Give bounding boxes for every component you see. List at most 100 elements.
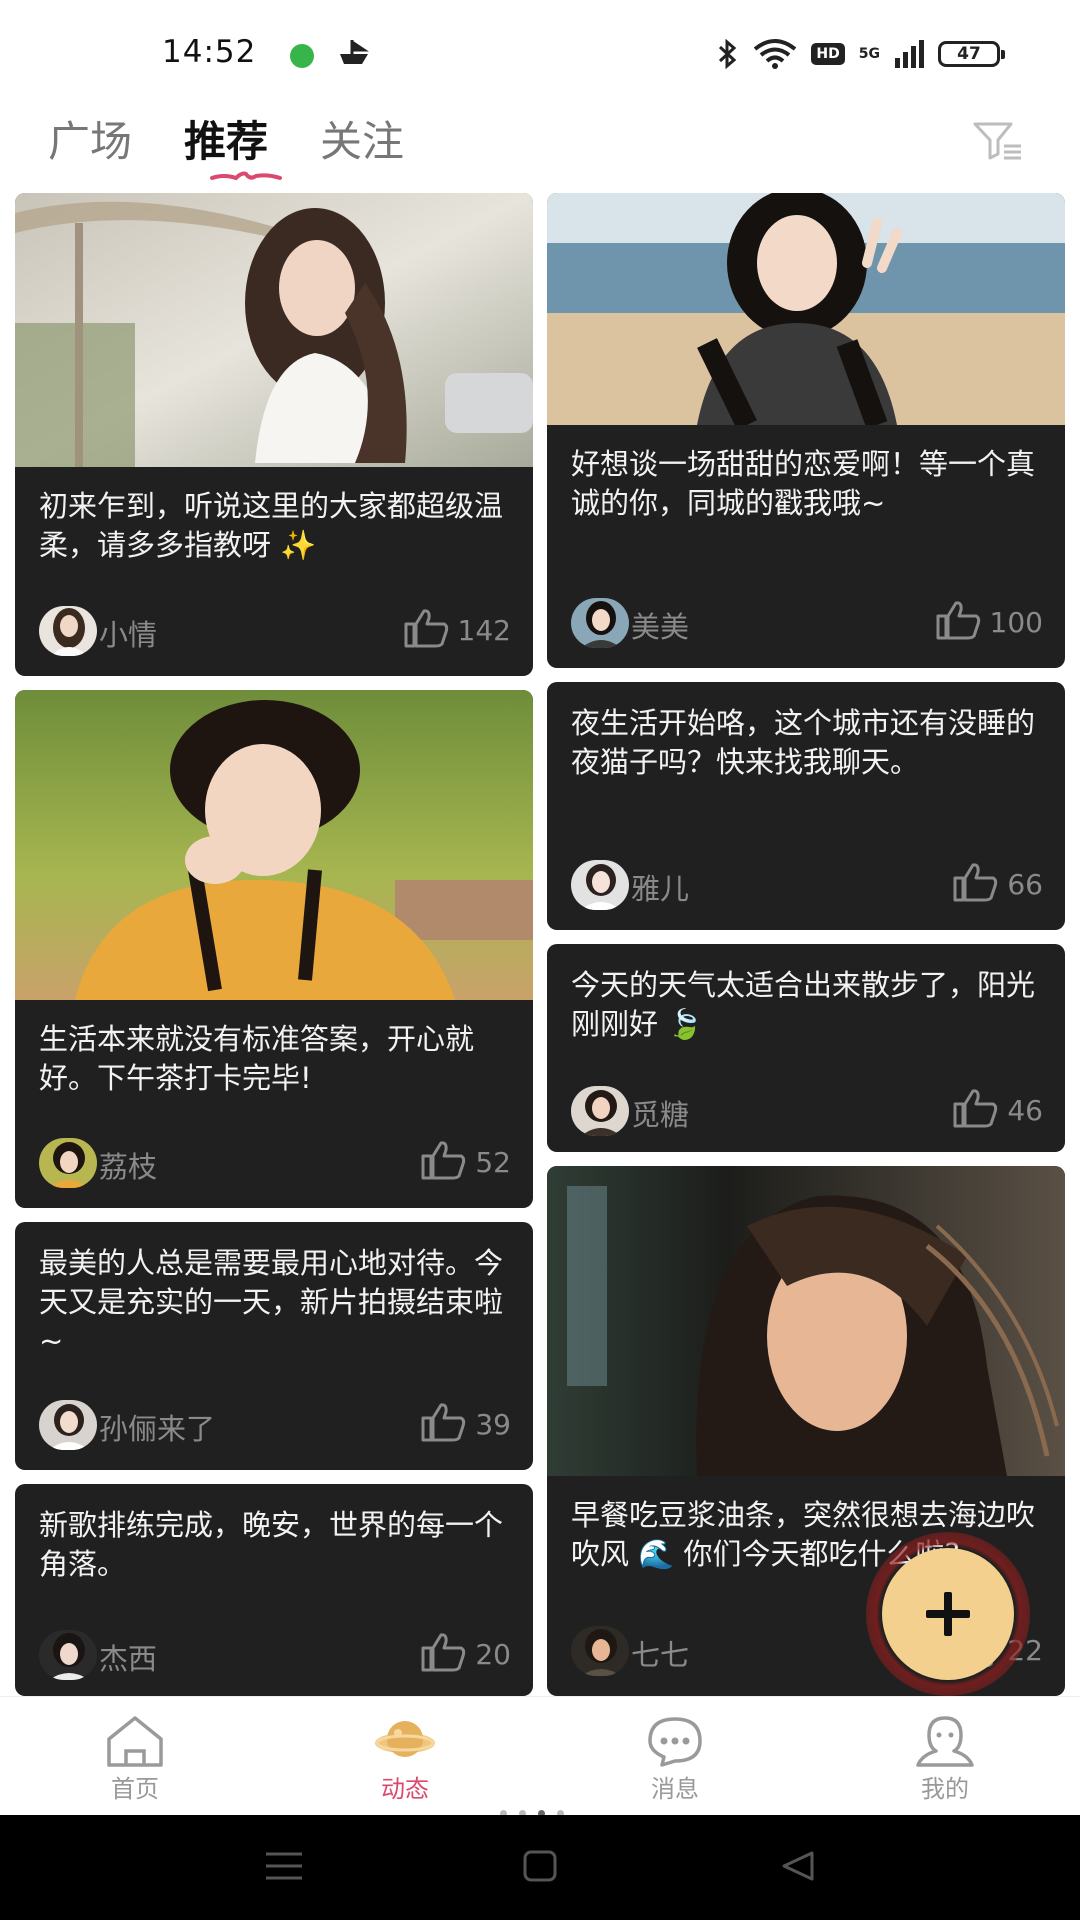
author-name[interactable]: 雅儿 bbox=[631, 866, 689, 908]
author-avatar[interactable] bbox=[571, 1086, 629, 1136]
nav-label: 消息 bbox=[651, 1775, 699, 1803]
like-button[interactable]: 142 bbox=[402, 608, 511, 648]
feed-column-right: 好想谈一场甜甜的恋爱啊！等一个真诚的你，同城的戳我哦~ 美美 100 夜生活开始… bbox=[547, 193, 1065, 1710]
post-card[interactable]: 新歌排练完成，晚安，世界的每一个角落。 杰西 20 bbox=[15, 1484, 533, 1696]
nav-profile[interactable]: 我的 bbox=[810, 1697, 1080, 1815]
like-count: 39 bbox=[475, 1408, 511, 1441]
nav-moments[interactable]: 动态 bbox=[270, 1697, 540, 1815]
like-count: 46 bbox=[1007, 1094, 1043, 1127]
post-photo[interactable] bbox=[15, 193, 533, 467]
author-avatar[interactable] bbox=[571, 860, 629, 910]
status-icons: HD 5G 47 bbox=[717, 38, 1005, 70]
nav-label: 我的 bbox=[921, 1775, 969, 1803]
post-body: 今天的天气太适合出来散步了，阳光刚刚好 🍃 bbox=[547, 944, 1065, 1044]
tab-following[interactable]: 关注 bbox=[320, 108, 404, 169]
home-button-icon[interactable] bbox=[522, 1849, 558, 1883]
post-footer: 小情 142 bbox=[15, 588, 533, 672]
post-text: 今天的天气太适合出来散步了，阳光刚刚好 🍃 bbox=[571, 968, 1036, 1041]
author-avatar[interactable] bbox=[571, 598, 629, 648]
battery-level: 47 bbox=[957, 44, 981, 64]
author-avatar[interactable] bbox=[39, 1138, 97, 1188]
home-icon bbox=[107, 1716, 163, 1767]
nav-messages[interactable]: 消息 bbox=[540, 1697, 810, 1815]
feed-column-left: 初来乍到，听说这里的大家都超级温柔，请多多指教呀 ✨ 小情 142 生活本来就没… bbox=[15, 193, 533, 1710]
author-name[interactable]: 孙俪来了 bbox=[99, 1406, 215, 1448]
post-card[interactable]: 最美的人总是需要最用心地对待。今天又是充实的一天，新片拍摄结束啦~ 孙俪来了 3… bbox=[15, 1222, 533, 1470]
post-footer: 觅糖 46 bbox=[547, 1068, 1065, 1152]
author-name[interactable]: 小情 bbox=[99, 612, 157, 654]
thumbs-up-icon bbox=[953, 1089, 998, 1128]
recent-apps-icon[interactable] bbox=[264, 1849, 304, 1883]
network-type: 5G bbox=[858, 46, 880, 62]
post-body: 最美的人总是需要最用心地对待。今天又是充实的一天，新片拍摄结束啦~ bbox=[15, 1222, 533, 1361]
post-footer: 雅儿 66 bbox=[547, 842, 1065, 926]
active-tab-indicator bbox=[210, 171, 282, 181]
post-text: 好想谈一场甜甜的恋爱啊！等一个真诚的你，同城的戳我哦~ bbox=[571, 447, 1036, 520]
status-time: 14:52 bbox=[162, 34, 257, 70]
post-body: 新歌排练完成，晚安，世界的每一个角落。 bbox=[15, 1484, 533, 1584]
like-count: 20 bbox=[475, 1638, 511, 1671]
back-icon[interactable] bbox=[780, 1849, 816, 1883]
post-text: 最美的人总是需要最用心地对待。今天又是充实的一天，新片拍摄结束啦~ bbox=[39, 1246, 504, 1358]
post-body: 夜生活开始咯，这个城市还有没睡的夜猫子吗？快来找我聊天。 bbox=[547, 682, 1065, 782]
like-count: 142 bbox=[457, 614, 511, 647]
post-card[interactable]: 夜生活开始咯，这个城市还有没睡的夜猫子吗？快来找我聊天。 雅儿 66 bbox=[547, 682, 1065, 930]
filter-icon[interactable] bbox=[972, 120, 1024, 162]
plus-icon bbox=[926, 1592, 970, 1636]
like-button[interactable]: 39 bbox=[419, 1402, 511, 1442]
like-count: 100 bbox=[989, 606, 1043, 639]
tab-recommend[interactable]: 推荐 bbox=[184, 108, 268, 169]
tab-square[interactable]: 广场 bbox=[48, 108, 132, 169]
post-text: 生活本来就没有标准答案，开心就好。下午茶打卡完毕! bbox=[39, 1022, 475, 1095]
author-name[interactable]: 杰西 bbox=[99, 1636, 157, 1678]
feed-tabs: 广场 推荐 关注 bbox=[48, 108, 404, 169]
like-button[interactable]: 52 bbox=[419, 1140, 511, 1180]
author-avatar[interactable] bbox=[39, 1400, 97, 1450]
boat-notification-icon bbox=[340, 40, 369, 64]
post-body: 生活本来就没有标准答案，开心就好。下午茶打卡完毕! bbox=[15, 1000, 533, 1098]
author-name[interactable]: 荔枝 bbox=[99, 1144, 157, 1186]
thumbs-up-icon bbox=[421, 1141, 466, 1180]
system-navigation-bar bbox=[0, 1815, 1080, 1920]
status-bar: 14:52 HD 5G 47 bbox=[0, 0, 1080, 100]
post-body: 初来乍到，听说这里的大家都超级温柔，请多多指教呀 ✨ bbox=[15, 467, 533, 565]
nav-home[interactable]: 首页 bbox=[0, 1697, 270, 1815]
like-button[interactable]: 46 bbox=[951, 1088, 1043, 1128]
post-text: 初来乍到，听说这里的大家都超级温柔，请多多指教呀 ✨ bbox=[39, 489, 504, 562]
author-name[interactable]: 美美 bbox=[631, 604, 689, 646]
planet-icon bbox=[375, 1721, 435, 1757]
post-card[interactable]: 生活本来就没有标准答案，开心就好。下午茶打卡完毕! 荔枝 52 bbox=[15, 690, 533, 1208]
thumbs-up-icon bbox=[421, 1633, 466, 1672]
post-card[interactable]: 今天的天气太适合出来散步了，阳光刚刚好 🍃 觅糖 46 bbox=[547, 944, 1065, 1152]
post-photo[interactable] bbox=[547, 1166, 1065, 1476]
like-button[interactable]: 100 bbox=[934, 600, 1043, 640]
post-text: 新歌排练完成，晚安，世界的每一个角落。 bbox=[39, 1508, 504, 1581]
nav-label: 动态 bbox=[381, 1775, 429, 1803]
like-count: 66 bbox=[1007, 868, 1043, 901]
author-name[interactable]: 七七 bbox=[631, 1632, 689, 1674]
post-photo[interactable] bbox=[15, 690, 533, 1000]
signal-icon bbox=[895, 40, 924, 68]
post-footer: 孙俪来了 39 bbox=[15, 1382, 533, 1466]
person-icon bbox=[916, 1716, 974, 1767]
author-name[interactable]: 觅糖 bbox=[631, 1092, 689, 1134]
app-screen: 14:52 HD 5G 47 广场 推荐 关注 初来乍到，听说这里的大家都超级温… bbox=[0, 0, 1080, 1920]
author-avatar[interactable] bbox=[39, 1630, 97, 1680]
post-card[interactable]: 初来乍到，听说这里的大家都超级温柔，请多多指教呀 ✨ 小情 142 bbox=[15, 193, 533, 676]
post-footer: 荔枝 52 bbox=[15, 1120, 533, 1204]
like-button[interactable]: 66 bbox=[951, 862, 1043, 902]
author-avatar[interactable] bbox=[571, 1626, 629, 1676]
author-avatar[interactable] bbox=[39, 606, 97, 656]
create-post-button[interactable] bbox=[882, 1548, 1014, 1680]
post-footer: 杰西 20 bbox=[15, 1612, 533, 1696]
post-card[interactable]: 好想谈一场甜甜的恋爱啊！等一个真诚的你，同城的戳我哦~ 美美 100 bbox=[547, 193, 1065, 668]
bluetooth-icon bbox=[719, 39, 737, 69]
post-photo[interactable] bbox=[547, 193, 1065, 425]
post-text: 夜生活开始咯，这个城市还有没睡的夜猫子吗？快来找我聊天。 bbox=[571, 706, 1036, 779]
battery-icon: 47 bbox=[938, 41, 1005, 67]
like-count: 52 bbox=[475, 1146, 511, 1179]
like-button[interactable]: 20 bbox=[419, 1632, 511, 1672]
wifi-icon bbox=[754, 39, 797, 69]
hd-badge: HD bbox=[811, 43, 845, 65]
chat-bubble-icon bbox=[648, 1717, 702, 1767]
